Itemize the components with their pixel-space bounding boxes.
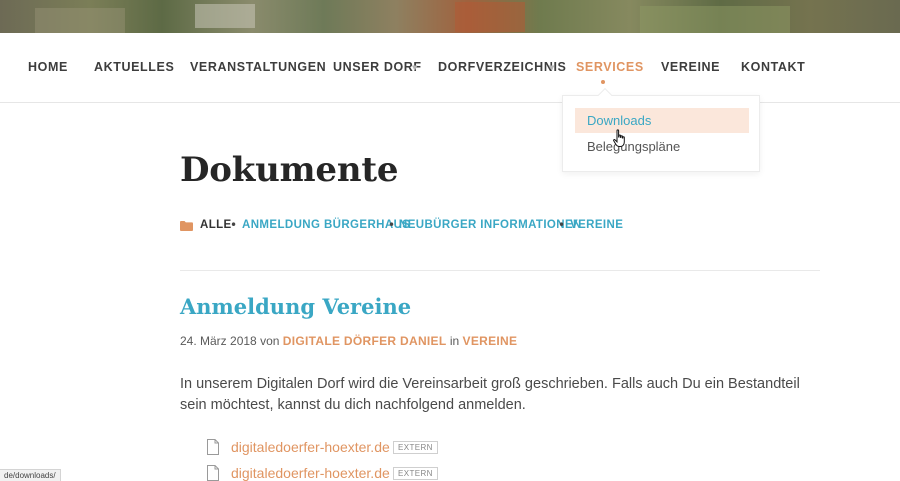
file-link[interactable]: digitaledoerfer-hoexter.de	[231, 465, 390, 481]
chevron-down-icon: ▼	[412, 64, 418, 72]
nav-item-dorfverzeichnis[interactable]: DORFVERZEICHNIS	[438, 60, 566, 74]
nav-item-vereine[interactable]: VEREINE	[661, 60, 720, 74]
browser-status-bar-url: de/downloads/	[0, 469, 61, 481]
post-meta-by: von	[260, 334, 280, 348]
post-excerpt: In unserem Digitalen Dorf wird die Verei…	[180, 376, 800, 413]
filter-separator: •	[388, 218, 396, 232]
filter-alle[interactable]: ALLE	[200, 219, 232, 231]
post-author-link[interactable]: DIGITALE DÖRFER DANIEL	[283, 334, 447, 348]
dropdown-item-downloads[interactable]: Downloads	[575, 108, 749, 133]
header-banner-image	[0, 0, 900, 33]
filter-separator: •	[230, 218, 238, 232]
nav-item-aktuelles[interactable]: AKTUELLES	[94, 60, 174, 74]
post-meta: 24. März 2018 von DIGITALE DÖRFER DANIEL…	[180, 334, 517, 348]
nav-item-unser-dorf[interactable]: UNSER DORF	[333, 60, 422, 74]
section-divider	[180, 270, 820, 271]
post-meta-in: in	[449, 334, 460, 348]
filter-separator: •	[558, 218, 566, 232]
file-icon	[207, 465, 219, 481]
folder-icon	[180, 221, 193, 231]
post-title-link[interactable]: Anmeldung Vereine	[180, 294, 411, 319]
dropdown-item-belegungsplaene[interactable]: Belegungspläne	[575, 134, 749, 159]
chevron-down-icon: ▼	[549, 64, 555, 72]
post-category-link[interactable]: VEREINE	[463, 334, 518, 348]
filter-vereine[interactable]: VEREINE	[570, 219, 623, 231]
extern-badge: EXTERN	[393, 467, 438, 480]
file-link[interactable]: digitaledoerfer-hoexter.de	[231, 439, 390, 455]
page-title: Dokumente	[180, 150, 399, 190]
extern-badge: EXTERN	[393, 441, 438, 454]
hand-pointer-cursor-icon	[613, 129, 625, 147]
active-indicator-dot	[601, 80, 605, 84]
nav-item-kontakt[interactable]: KONTAKT	[741, 60, 805, 74]
nav-item-services[interactable]: SERVICES	[576, 60, 644, 74]
nav-item-home[interactable]: HOME	[28, 60, 68, 74]
file-icon	[207, 439, 219, 455]
main-navigation: HOME AKTUELLES VERANSTALTUNGEN UNSER DOR…	[0, 33, 900, 103]
nav-item-veranstaltungen[interactable]: VERANSTALTUNGEN	[190, 60, 326, 74]
filter-neubuerger-informationen[interactable]: NEUBÜRGER INFORMATIONEN	[399, 219, 582, 231]
services-dropdown-menu: Downloads Belegungspläne	[562, 87, 760, 172]
post-date: 24. März 2018	[180, 334, 257, 348]
filter-anmeldung-buergerhaus[interactable]: ANMELDUNG BÜRGERHAUS	[242, 219, 410, 231]
